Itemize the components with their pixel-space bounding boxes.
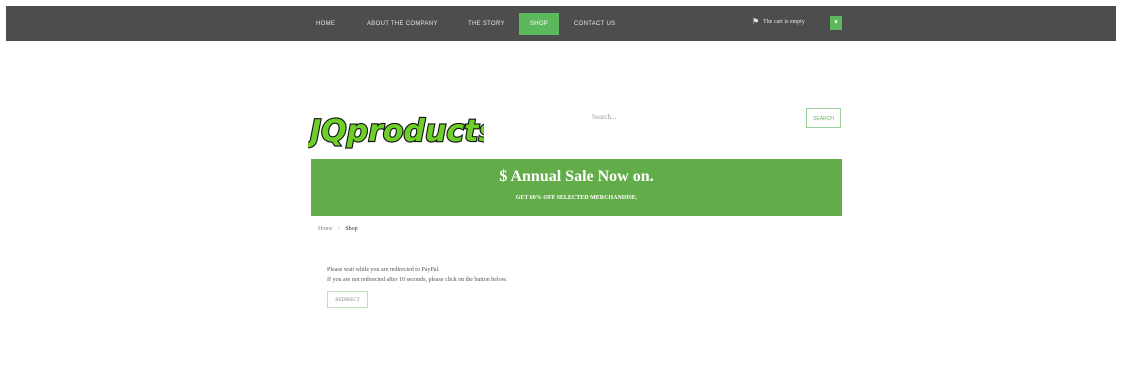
breadcrumb-home[interactable]: Home (318, 226, 333, 232)
redirect-message: Please wait while you are redirected to … (327, 267, 440, 273)
breadcrumb-current: Shop (345, 226, 358, 232)
nav-contact[interactable]: CONTACT US (574, 13, 615, 35)
cart-dropdown-button[interactable]: ▾ (830, 16, 842, 30)
cart-status: The cart is empty (763, 19, 805, 25)
chevron-down-icon: ▾ (834, 19, 838, 26)
nav-about[interactable]: ABOUT THE COMPANY (367, 13, 438, 35)
sale-banner[interactable]: $ Annual Sale Now on. GET 60% OFF SELECT… (311, 159, 842, 216)
logo-graphic: JQproducts (304, 113, 498, 150)
breadcrumb: Home / Shop (318, 226, 358, 232)
nav-home[interactable]: HOME (316, 13, 335, 35)
search-input[interactable] (590, 108, 799, 126)
logo-text: JQproducts (308, 114, 484, 149)
nav-story[interactable]: THE STORY (468, 13, 505, 35)
redirect-button[interactable]: REDIRECT (327, 291, 368, 308)
site-logo[interactable]: JQproducts (304, 103, 498, 153)
breadcrumb-separator: / (338, 226, 340, 232)
banner-title: $ Annual Sale Now on. (499, 168, 654, 185)
banner-subtitle: GET 60% OFF SELECTED MERCHANDISE. (515, 195, 638, 201)
search-button[interactable]: SEARCH (806, 108, 841, 128)
cart-icon: ⚑ (752, 17, 760, 26)
nav-shop[interactable]: SHOP (519, 13, 559, 35)
top-navbar: HOME ABOUT THE COMPANY THE STORY SHOP CO… (6, 6, 1116, 41)
redirect-fallback-message: If you are not redirected after 10 secon… (327, 277, 508, 283)
